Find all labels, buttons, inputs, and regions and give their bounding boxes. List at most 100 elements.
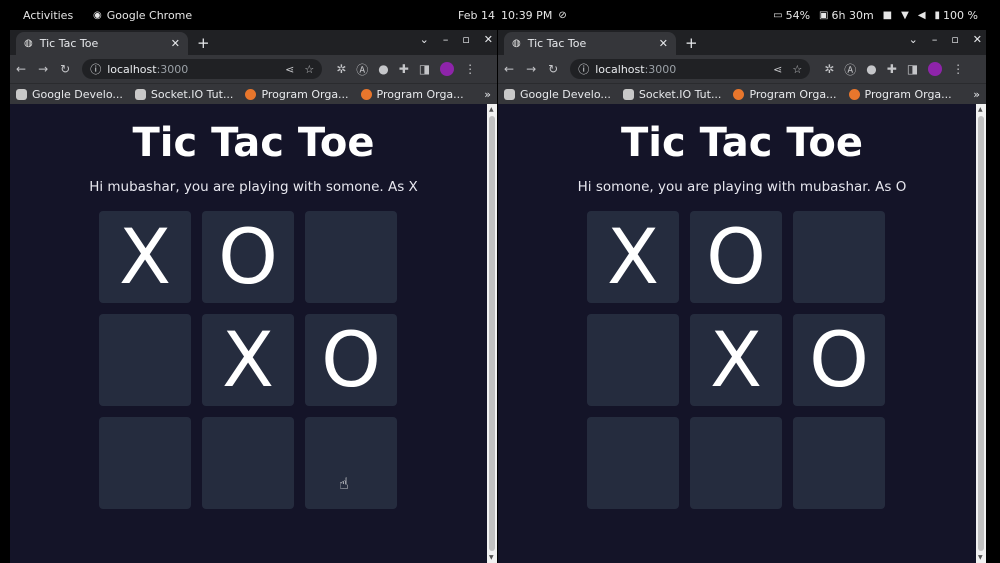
system-tray[interactable]: ▭ 54% ▣ 6h 30m ■ ▼ ◀ ▮ 100 % [773,9,978,22]
scrollbar[interactable]: ▲ ▼ [487,104,497,563]
new-tab-button[interactable]: + [685,34,698,52]
board-cell[interactable] [793,417,885,509]
extension-gear-icon[interactable]: ✲ [824,62,834,76]
browser-window-left: ◍ Tic Tac Toe ✕ + ⌄ – ▫ ✕ ← → ↻ ⓘ localh… [10,30,497,563]
close-window-icon[interactable]: ✕ [973,33,982,46]
forward-icon[interactable]: → [526,62,536,76]
extension-gear-icon[interactable]: ✲ [336,62,346,76]
tab-search-icon[interactable]: ⌄ [420,33,429,46]
extensions-area: ✲ Ⓐ ● ✚ ◨ ⋮ [824,61,964,78]
bookmark-favicon-icon [245,88,257,100]
bookmark-program-org-2[interactable]: Program Orga... [848,87,952,101]
back-icon[interactable]: ← [16,62,26,76]
site-info-icon[interactable]: ⓘ [90,61,101,77]
bookmark-star-icon[interactable]: ☆ [792,63,802,76]
scroll-thumb[interactable] [978,116,984,551]
app-menu[interactable]: ◉ Google Chrome [93,9,192,22]
bookmark-google-developers[interactable]: Google Develo... [504,88,611,101]
extensions-puzzle-icon[interactable]: ✚ [399,62,409,76]
scroll-down-icon[interactable]: ▼ [489,554,494,561]
bookmark-label: Socket.IO Tut... [638,87,722,101]
extension-circle-icon[interactable]: ● [866,62,876,76]
bookmark-label: Google Develo... [32,87,123,101]
profile-avatar[interactable] [440,62,455,76]
scroll-up-icon[interactable]: ▲ [489,106,494,113]
bookmark-program-org-1[interactable]: Program Orga... [245,88,349,101]
bookmark-program-org-1[interactable]: Program Orga... [733,88,837,101]
forward-icon[interactable]: → [38,62,48,76]
board-cell[interactable] [305,211,397,303]
clock[interactable]: Feb 14 10:39 PM ⊘ [458,9,567,22]
address-bar[interactable]: ⓘ localhost:3000 ⋖ ☆ [82,59,323,79]
page-content: Tic Tac Toe Hi mubashar, you are playing… [10,104,497,563]
board-cell[interactable]: X [99,211,191,303]
bookmark-google-developers[interactable]: Google Develo... [16,88,123,101]
maximize-icon[interactable]: ▫ [462,33,469,46]
address-bar[interactable]: ⓘ localhost:3000 ⋖ ☆ [570,59,811,79]
battery-tray: ▭ 54% [773,9,810,22]
site-info-icon[interactable]: ⓘ [578,61,589,77]
board-cell[interactable] [99,314,191,406]
menu-icon[interactable]: ⋮ [952,62,964,76]
window-controls: ⌄ – ▫ ✕ [909,33,982,46]
board-cell[interactable] [690,417,782,509]
share-icon[interactable]: ⋖ [773,63,782,76]
board-cell[interactable] [793,211,885,303]
extension-a-icon[interactable]: Ⓐ [356,61,368,78]
side-panel-icon[interactable]: ◨ [907,62,918,76]
close-tab-icon[interactable]: ✕ [171,37,180,50]
extension-a-icon[interactable]: Ⓐ [844,61,856,78]
bookmark-program-org-2[interactable]: Program Orga... [360,88,464,101]
new-tab-button[interactable]: + [197,34,210,52]
scroll-up-icon[interactable]: ▲ [978,106,983,113]
globe-icon: ◍ [24,37,33,49]
minimize-icon[interactable]: – [932,33,938,46]
bookmark-favicon-icon [360,88,372,100]
scroll-thumb[interactable] [489,116,495,551]
maximize-icon[interactable]: ▫ [951,33,958,46]
tab-tic-tac-toe[interactable]: ◍ Tic Tac Toe ✕ [16,32,188,55]
game-board: X O X O [587,211,885,509]
minimize-icon[interactable]: – [443,33,449,46]
board-cell[interactable] [202,417,294,509]
url-port: :3000 [644,62,677,76]
bookmark-star-icon[interactable]: ☆ [304,63,314,76]
monitor-icon: ▣ [819,9,829,21]
menu-icon[interactable]: ⋮ [464,62,476,76]
reload-icon[interactable]: ↻ [60,62,70,76]
board-cell[interactable] [305,417,397,509]
scrollbar[interactable]: ▲ ▼ [976,104,986,563]
extensions-puzzle-icon[interactable]: ✚ [887,62,897,76]
bookmarks-more-icon[interactable]: » [973,88,980,101]
back-icon[interactable]: ← [504,62,514,76]
board-cell[interactable]: O [202,211,294,303]
reload-icon[interactable]: ↻ [548,62,558,76]
profile-avatar[interactable] [928,62,943,76]
board-cell[interactable]: X [202,314,294,406]
wifi-icon: ▼ [901,9,909,21]
board-cell[interactable]: X [587,211,679,303]
side-panel-icon[interactable]: ◨ [419,62,430,76]
tab-tic-tac-toe[interactable]: ◍ Tic Tac Toe ✕ [504,32,676,55]
bookmark-socketio[interactable]: Socket.IO Tut... [622,87,722,101]
board-cell[interactable]: O [305,314,397,406]
bookmarks-more-icon[interactable]: » [484,88,491,101]
time-remaining: 6h 30m [831,9,874,22]
board-cell[interactable]: X [690,314,782,406]
battery-percent-left: 54% [785,9,811,22]
board-cell[interactable] [99,417,191,509]
extension-circle-icon[interactable]: ● [378,62,388,76]
board-cell[interactable] [587,314,679,406]
tab-search-icon[interactable]: ⌄ [909,33,918,46]
activities-button[interactable]: Activities [23,9,73,22]
close-tab-icon[interactable]: ✕ [659,37,668,50]
board-cell[interactable]: O [690,211,782,303]
close-window-icon[interactable]: ✕ [484,33,493,46]
share-icon[interactable]: ⋖ [285,63,294,76]
board-cell[interactable] [587,417,679,509]
bookmark-label: Program Orga... [864,87,952,101]
board-cell[interactable]: O [793,314,885,406]
bookmark-favicon-icon [733,88,745,100]
scroll-down-icon[interactable]: ▼ [978,554,983,561]
bookmark-socketio[interactable]: Socket.IO Tut... [134,88,233,101]
